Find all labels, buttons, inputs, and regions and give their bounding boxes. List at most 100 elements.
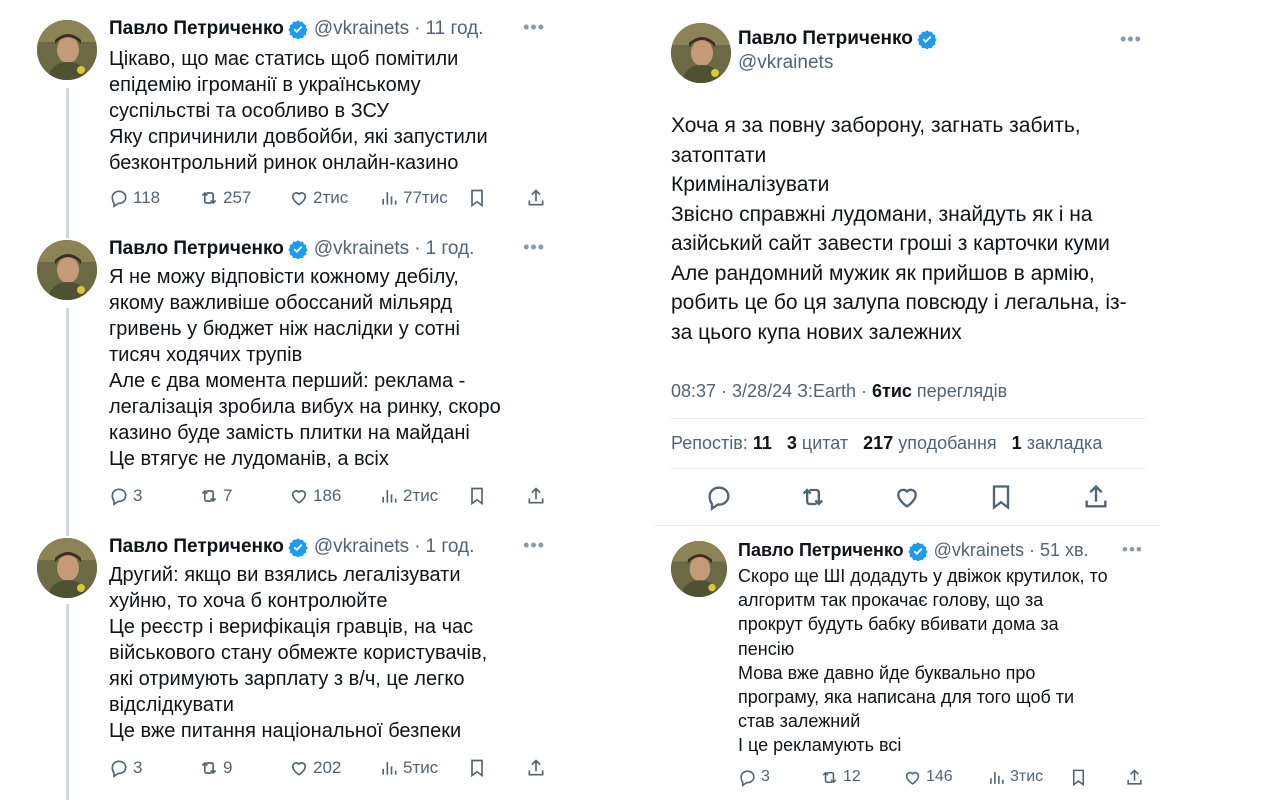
divider <box>671 468 1145 469</box>
post-line: Хоча я за повну заборону, загнать забить… <box>671 114 1081 137</box>
repost-button[interactable] <box>799 483 827 511</box>
like-button[interactable]: 202 <box>289 756 341 780</box>
share-button[interactable] <box>526 484 550 508</box>
more-icon[interactable]: ••• <box>1120 30 1142 48</box>
tweet-line: тисяч ходячих трупів <box>109 344 303 366</box>
tweet-line: програму, яка написана для того щоб ти <box>738 687 1075 708</box>
repost-icon <box>201 489 217 503</box>
author-name[interactable]: Павло Петриченко <box>109 536 284 558</box>
more-icon[interactable]: ••• <box>523 536 545 554</box>
likes-label[interactable]: уподобання <box>898 433 996 453</box>
avatar[interactable] <box>671 23 731 83</box>
reply-button[interactable]: 3 <box>109 756 142 780</box>
repost-count: 257 <box>223 188 252 207</box>
share-button[interactable] <box>1125 765 1148 789</box>
author-handle[interactable]: @vkrainets <box>314 536 409 558</box>
bookmarks-label[interactable]: закладка <box>1027 433 1103 453</box>
tweet-line: суспільстві та особливо в ЗСУ <box>109 100 390 122</box>
bookmark-button[interactable] <box>1069 765 1092 789</box>
like-button[interactable]: 186 <box>289 484 341 508</box>
post-line: Криміналізувати <box>671 173 830 196</box>
bookmark-button[interactable] <box>467 756 491 780</box>
post-line: Звісно справжні лудомани, знайдуть як і … <box>671 202 1093 226</box>
author-name[interactable]: Павло Петриченко <box>109 238 284 260</box>
reply-button[interactable]: 3 <box>109 484 142 508</box>
bookmark-button[interactable] <box>987 483 1015 511</box>
repost-button[interactable]: 7 <box>199 484 232 508</box>
views-button[interactable]: 2тис <box>379 484 438 508</box>
tweet-time[interactable]: 11 год. <box>426 18 484 40</box>
author-handle[interactable]: @vkrainets <box>738 52 833 74</box>
tweet-line: став залежний <box>738 711 861 732</box>
separator-dot: · <box>414 18 421 39</box>
tweet-line: казино буде замість плитки на майдані <box>109 422 470 444</box>
like-button[interactable]: 146 <box>903 765 953 789</box>
tweet-line: безконтрольний ринок онлайн-казино <box>109 152 459 174</box>
share-button[interactable] <box>526 756 550 780</box>
views-button[interactable]: 3тис <box>987 765 1043 789</box>
tweet-actions: 3 9 202 5тис <box>109 756 549 780</box>
like-button[interactable] <box>893 483 921 511</box>
repost-icon <box>822 771 837 783</box>
avatar[interactable] <box>671 541 727 597</box>
verified-icon <box>907 541 928 561</box>
bookmark-icon <box>471 487 483 506</box>
repost-button[interactable]: 9 <box>199 756 232 780</box>
views-button[interactable]: 5тис <box>379 756 438 780</box>
author-handle[interactable]: @vkrainets <box>934 540 1024 561</box>
reply-count: 118 <box>133 188 161 207</box>
share-button[interactable] <box>1082 483 1110 511</box>
bookmark-icon <box>471 189 483 208</box>
author-name[interactable]: Павло Петриченко <box>738 540 904 561</box>
bookmark-button[interactable] <box>467 186 491 210</box>
share-button[interactable] <box>526 186 550 210</box>
avatar[interactable] <box>37 240 97 300</box>
post-text: Хоча я за повну заборону, загнать забить… <box>671 111 1127 347</box>
post-timestamp[interactable]: 08:37 · 3/28/24 З:Earth · <box>671 381 872 401</box>
more-icon[interactable]: ••• <box>1122 541 1143 558</box>
like-button[interactable]: 2тис <box>289 186 348 210</box>
more-icon[interactable]: ••• <box>523 238 545 256</box>
tweet-line: Це вже питання національної безпеки <box>109 720 462 742</box>
repost-button[interactable]: 257 <box>199 186 251 210</box>
tweet-line: Це втягує не лудоманів, а всіх <box>109 448 389 470</box>
views-button[interactable]: 77тис <box>379 186 448 210</box>
quotes-label[interactable]: цитат <box>802 433 848 453</box>
views-icon <box>382 192 397 205</box>
bookmark-button[interactable] <box>467 484 491 508</box>
tweet-line: гривень у бюджет ніж наслідки у сотні <box>109 318 460 340</box>
thread-tweet-3[interactable]: Павло Петриченко @vkrainets · 1 год. •••… <box>0 518 580 800</box>
tweet-time[interactable]: 1 год. <box>426 536 475 558</box>
tweet-actions: 118 257 2тис 77тис <box>109 186 549 210</box>
bookmarks-count: 1 <box>1011 433 1022 453</box>
post-line: азійський сайт завести гроші з карточки … <box>671 232 1110 255</box>
tweet-time[interactable]: 51 хв. <box>1040 540 1089 561</box>
tweet-time[interactable]: 1 год. <box>426 238 475 260</box>
author-name[interactable]: Павло Петриченко <box>738 28 913 50</box>
verified-icon <box>917 29 937 49</box>
author-handle[interactable]: @vkrainets <box>314 238 409 260</box>
avatar[interactable] <box>37 538 97 598</box>
separator-dot: · <box>414 536 421 557</box>
post-actions <box>671 483 1131 513</box>
tweet-line: Це реєстр і верифікація гравців, на час <box>109 616 474 638</box>
reposts-count: 11 <box>752 433 772 453</box>
reply-icon <box>111 760 127 778</box>
views-label: переглядів <box>916 381 1008 401</box>
tweet-line: Яку спричинили довбойби, які запустили <box>109 126 488 148</box>
more-icon[interactable]: ••• <box>523 18 545 36</box>
repost-icon <box>201 191 217 205</box>
author-handle[interactable]: @vkrainets <box>314 18 409 40</box>
avatar[interactable] <box>37 20 97 80</box>
author-name[interactable]: Павло Петриченко <box>109 18 284 40</box>
reply-button[interactable] <box>705 483 733 511</box>
tweet-line: легалізація зробила вибух на ринку, скор… <box>109 396 501 418</box>
thread-tweet-2[interactable]: Павло Петриченко @vkrainets · 1 год. •••… <box>0 220 580 520</box>
reply-button[interactable]: 118 <box>109 186 160 210</box>
thread-tweet-1[interactable]: Павло Петриченко @vkrainets · 11 год. ••… <box>0 0 580 230</box>
repost-button[interactable]: 12 <box>820 765 861 789</box>
reply-icon <box>708 486 730 511</box>
reposts-label[interactable]: Репостів: <box>671 433 748 453</box>
reply-button[interactable]: 3 <box>738 765 770 789</box>
tweet-actions: 3 7 186 2тис <box>109 484 549 508</box>
